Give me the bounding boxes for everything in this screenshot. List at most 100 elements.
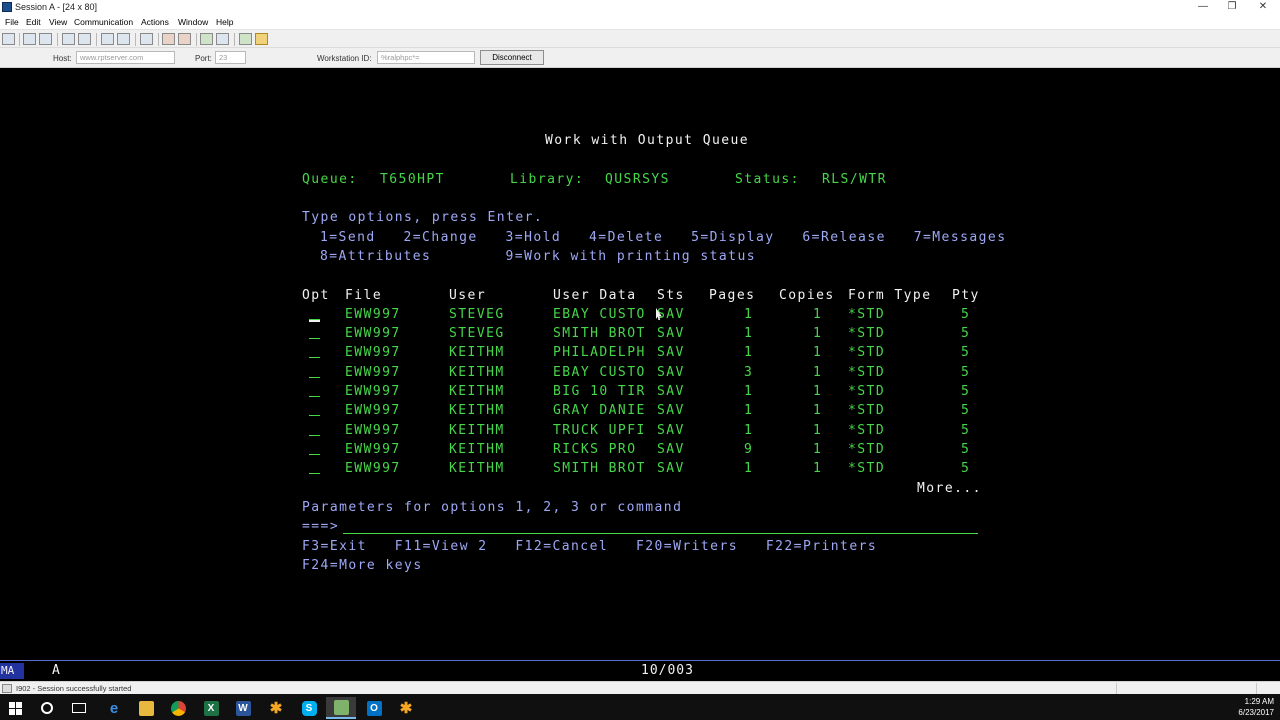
toolbar-separator xyxy=(234,33,235,46)
cell-user-data: SMITH BROT xyxy=(553,461,646,476)
command-input-underline xyxy=(343,533,978,534)
terminal-screen[interactable]: Work with Output Queue Queue: T650HPT Li… xyxy=(0,68,1280,660)
option-input[interactable] xyxy=(309,366,320,378)
cell-pages: 3 xyxy=(744,365,754,380)
cell-copies: 1 xyxy=(813,461,823,476)
cortana-icon[interactable] xyxy=(32,697,62,719)
chrome-icon[interactable] xyxy=(163,697,193,719)
vertical-scrollbar[interactable] xyxy=(1273,68,1280,660)
cell-pages: 1 xyxy=(744,423,754,438)
cursor-position: 10/003 xyxy=(641,663,694,678)
cell-pages: 1 xyxy=(744,326,754,341)
app-flower-icon[interactable]: ✱ xyxy=(261,697,291,719)
file-explorer-icon[interactable] xyxy=(131,697,161,719)
cell-copies: 1 xyxy=(813,307,823,322)
workstation-field[interactable]: %ralphpc*= xyxy=(377,51,475,64)
outlook-icon[interactable]: O xyxy=(359,697,389,719)
toolbar-separator xyxy=(158,33,159,46)
cell-file: EWW997 xyxy=(345,403,401,418)
status-label: Status: xyxy=(735,172,800,187)
menu-actions[interactable]: Actions xyxy=(141,17,169,27)
task-view-icon[interactable] xyxy=(64,697,94,719)
menu-file[interactable]: File xyxy=(5,17,19,27)
paste-icon[interactable] xyxy=(39,33,52,45)
cell-user-data: RICKS PRO xyxy=(553,442,637,457)
cell-form-type: *STD xyxy=(848,461,886,476)
receive-file-icon[interactable] xyxy=(216,33,229,45)
send-file-icon[interactable] xyxy=(62,33,75,45)
disconnect-button[interactable]: Disconnect xyxy=(480,50,544,65)
cell-pty: 5 xyxy=(961,307,971,322)
session-app-icon[interactable] xyxy=(326,697,356,719)
column-header-form-type: Form Type xyxy=(848,288,932,303)
toolbar-separator xyxy=(19,33,20,46)
cell-form-type: *STD xyxy=(848,365,886,380)
stop-macro-icon[interactable] xyxy=(178,33,191,45)
record-macro-icon[interactable] xyxy=(162,33,175,45)
option-input[interactable] xyxy=(309,346,320,358)
cell-file: EWW997 xyxy=(345,365,401,380)
option-input[interactable] xyxy=(309,327,320,339)
copy-icon[interactable] xyxy=(23,33,36,45)
session-app-icon[interactable] xyxy=(239,33,252,45)
cell-pages: 1 xyxy=(744,384,754,399)
cell-sts: SAV xyxy=(657,423,685,438)
option-input[interactable] xyxy=(309,308,320,320)
window-title-bar: Session A - [24 x 80] — ❐ ✕ xyxy=(0,0,1280,15)
windows-start-icon[interactable] xyxy=(0,697,30,719)
menu-help[interactable]: Help xyxy=(216,17,233,27)
menu-communication[interactable]: Communication xyxy=(74,17,133,27)
queue-value: T650HPT xyxy=(380,172,445,187)
app-flower-icon[interactable]: ✱ xyxy=(391,697,421,719)
host-field[interactable]: www.rptserver.com xyxy=(76,51,175,64)
option-input[interactable] xyxy=(309,462,320,474)
cell-user: KEITHM xyxy=(449,384,505,399)
edge-icon[interactable]: e xyxy=(99,697,129,719)
option-input[interactable] xyxy=(309,404,320,416)
cell-pages: 1 xyxy=(744,307,754,322)
queue-label: Queue: xyxy=(302,172,358,187)
toolbar-separator xyxy=(96,33,97,46)
app-icon xyxy=(2,2,12,12)
close-button[interactable]: ✕ xyxy=(1246,0,1280,15)
cell-user-data: SMITH BROT xyxy=(553,326,646,341)
settings-icon[interactable] xyxy=(140,33,153,45)
more-indicator: More... xyxy=(917,481,982,496)
word-icon[interactable]: W xyxy=(228,697,258,719)
toolbar-separator xyxy=(196,33,197,46)
option-input[interactable] xyxy=(309,424,320,436)
cell-form-type: *STD xyxy=(848,307,886,322)
column-header-pages: Pages xyxy=(709,288,756,303)
menu-window[interactable]: Window xyxy=(178,17,208,27)
clock-time: 1:29 AM xyxy=(1244,697,1274,706)
help-icon[interactable] xyxy=(255,33,268,45)
option-input[interactable] xyxy=(309,385,320,397)
restore-button[interactable]: ❐ xyxy=(1215,0,1249,15)
cell-pages: 1 xyxy=(744,403,754,418)
taskbar: e X W ✱ S O ✱ 1:29 AM 6/23/2017 xyxy=(0,694,1280,720)
cell-file: EWW997 xyxy=(345,307,401,322)
cell-user: STEVEG xyxy=(449,326,505,341)
system-clock[interactable]: 1:29 AM 6/23/2017 xyxy=(1238,696,1274,718)
excel-icon[interactable]: X xyxy=(196,697,226,719)
cell-copies: 1 xyxy=(813,326,823,341)
option-input[interactable] xyxy=(309,443,320,455)
cell-user: KEITHM xyxy=(449,403,505,418)
display-keypad-icon[interactable] xyxy=(101,33,114,45)
menu-view[interactable]: View xyxy=(49,17,67,27)
session-icon[interactable] xyxy=(117,33,130,45)
play-macro-icon[interactable] xyxy=(200,33,213,45)
skype-icon[interactable]: S xyxy=(294,697,324,719)
connection-status-icon xyxy=(2,684,12,693)
library-value: QUSRSYS xyxy=(605,172,670,187)
menu-edit[interactable]: Edit xyxy=(26,17,41,27)
cell-copies: 1 xyxy=(813,384,823,399)
receive-file-icon[interactable] xyxy=(78,33,91,45)
cell-form-type: *STD xyxy=(848,345,886,360)
cell-pty: 5 xyxy=(961,384,971,399)
port-field[interactable]: 23 xyxy=(215,51,246,64)
cell-form-type: *STD xyxy=(848,403,886,418)
cell-sts: SAV xyxy=(657,442,685,457)
cell-form-type: *STD xyxy=(848,326,886,341)
print-screen-icon[interactable] xyxy=(2,33,15,45)
